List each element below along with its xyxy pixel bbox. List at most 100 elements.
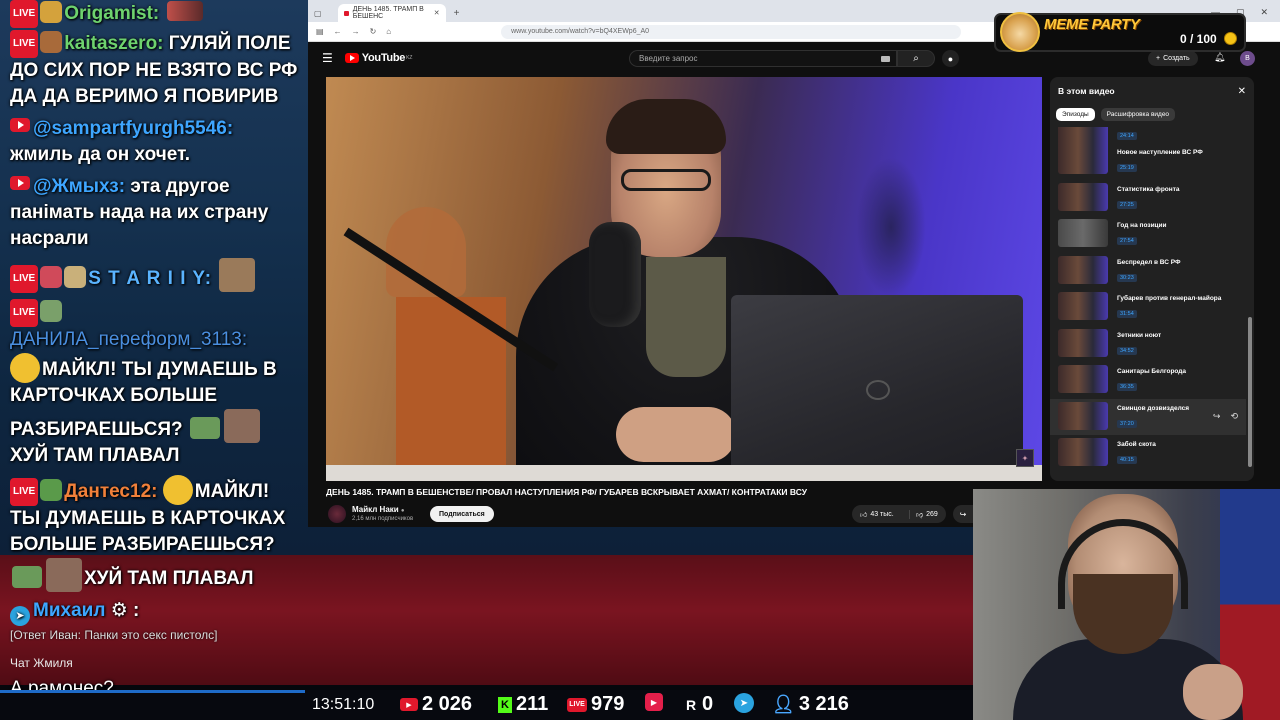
dislike-button[interactable]: 👎︎ 269 <box>910 510 938 519</box>
webcam-feed <box>973 489 1280 720</box>
search-input[interactable]: Введите запрос <box>629 50 897 67</box>
chat-emote <box>166 1 203 21</box>
home-icon[interactable]: ⌂ <box>386 27 391 36</box>
doge-icon <box>1000 12 1040 52</box>
thumbs-down-icon: 👎︎ <box>916 511 924 519</box>
chapter-item[interactable]: Зетники ноют 34:52 <box>1050 326 1246 363</box>
chapter-title: Беспредел в ВС РФ <box>1117 258 1181 266</box>
browser-tab[interactable]: ДЕНЬ 1485. ТРАМП В БЕШЕНС ✕ <box>337 4 446 22</box>
youtube-icon <box>10 118 30 132</box>
account-avatar[interactable]: В <box>1240 51 1255 66</box>
video-presenter-hands <box>616 407 736 462</box>
search-icon: ⌕ <box>913 53 919 64</box>
keyboard-icon[interactable] <box>881 55 890 62</box>
chat-nick: ДАНИЛА_переформ_3113: <box>10 329 248 350</box>
channel-name[interactable]: Майкл Наки ● <box>352 505 405 514</box>
chapter-thumbnail <box>1058 255 1108 284</box>
video-title: ДЕНЬ 1485. ТРАМП В БЕШЕНСТВЕ/ ПРОВАЛ НАС… <box>326 487 808 497</box>
chapter-time: 25:19 <box>1117 164 1137 172</box>
youtube-favicon-icon <box>343 10 349 16</box>
subscribe-button[interactable]: Подписаться <box>430 506 494 522</box>
chapter-thumbnail <box>1058 292 1108 320</box>
create-button[interactable]: + Создать <box>1148 51 1198 66</box>
pepe-emote <box>12 566 42 588</box>
chat-label: Чат Жмиля <box>10 656 73 670</box>
chapter-thumbnail <box>1058 219 1108 247</box>
stream-clock: 13:51:10 <box>312 696 374 714</box>
chapter-time: 37:20 <box>1117 419 1137 428</box>
search-button[interactable]: ⌕ <box>897 50 935 67</box>
chapter-item[interactable]: Статистика фронта 27:25 <box>1050 180 1246 217</box>
smile-emoji-icon <box>10 353 40 383</box>
channel-name-text: Майкл Наки <box>352 505 399 514</box>
chapter-item[interactable]: Забой скота 40:15 <box>1050 435 1246 472</box>
tab-episodes[interactable]: Эпизоды <box>1056 107 1095 121</box>
dislike-count: 269 <box>926 510 938 518</box>
like-button[interactable]: 👍︎ 43 тыс. <box>852 509 910 519</box>
chapter-item[interactable]: Губарев против генерал-майора 31:54 <box>1050 289 1246 326</box>
chapter-item[interactable]: Свинцов дозвизделся 37:20 ↪ ⟲ <box>1050 398 1246 435</box>
youtube-logo-text[interactable]: YouTube <box>362 52 406 64</box>
tab-title: ДЕНЬ 1485. ТРАМП В БЕШЕНС <box>352 6 424 20</box>
share-icon[interactable]: ↪ <box>1213 411 1221 422</box>
clock-value: 13:51:10 <box>312 696 375 713</box>
mic-button[interactable]: ● <box>942 50 959 67</box>
channel-watermark-icon[interactable]: ✦ <box>1016 449 1034 467</box>
chapter-time: 36:35 <box>1117 383 1137 391</box>
reload-icon[interactable]: ↻ <box>370 27 377 36</box>
channel-avatar[interactable] <box>328 505 346 523</box>
menu-icon[interactable]: ☰ <box>322 51 333 65</box>
url-field[interactable]: www.youtube.com/watch?v=bQ4XEWp6_A0 <box>501 24 962 39</box>
close-tab-icon[interactable]: ✕ <box>434 9 440 17</box>
viewers-icon: 👤︎ <box>772 694 795 714</box>
chapter-item[interactable]: Беспредел в ВС РФ 30:23 <box>1050 253 1246 290</box>
avatar-emoji-icon <box>40 1 63 23</box>
tab-transcript[interactable]: Расшифровка видео <box>1100 107 1176 121</box>
chapter-title: Новое наступление ВС РФ <box>1117 149 1203 156</box>
loop-icon[interactable]: ⟲ <box>1230 411 1238 422</box>
stats-accent-line <box>0 690 305 693</box>
like-dislike-group: 👍︎ 43 тыс. 👎︎ 269 <box>852 505 946 523</box>
notifications-bell-icon[interactable]: 🔔︎ <box>1214 52 1225 63</box>
like-count: 43 тыс. <box>870 510 894 518</box>
chat-nick: @sampartfyurgh5546: <box>33 118 234 139</box>
chapter-thumbnail <box>1058 328 1108 357</box>
youtube-icon: ▶ <box>400 698 418 711</box>
vk-video-viewers: ▶ <box>645 693 663 711</box>
tab-actions-icon[interactable]: ▢ <box>314 9 322 18</box>
chat-nick: kaitaszero: <box>64 33 164 54</box>
back-icon[interactable]: ← <box>334 27 342 36</box>
chat-nick: S T A R I I Y: <box>88 268 213 289</box>
meme-party-count: 0 / 100 <box>1180 32 1217 46</box>
youtube-logo-icon[interactable] <box>344 53 359 63</box>
youtube-icon <box>10 176 30 190</box>
scrollbar-thumb[interactable] <box>1248 317 1252 467</box>
chapter-thumbnail <box>1058 401 1108 430</box>
chapter-item[interactable]: Новое наступление ВС РФ 25:19 <box>1050 143 1246 180</box>
chapter-thumbnail <box>1058 365 1108 393</box>
close-icon[interactable]: ✕ <box>1238 86 1246 97</box>
share-button[interactable]: ↪ <box>953 505 973 523</box>
chapters-scrollbar[interactable] <box>1248 132 1252 472</box>
video-presenter-shirt <box>646 257 726 377</box>
rutube-icon: R <box>685 696 697 713</box>
vk-live-count: 979 <box>591 693 625 715</box>
url-text: www.youtube.com/watch?v=bQ4XEWp6_A0 <box>511 28 650 35</box>
chapters-panel: В этом видео ✕ Эпизоды Расшифровка видео… <box>1050 77 1254 481</box>
sidebar-icon[interactable]: ▤ <box>316 27 324 36</box>
video-microphone <box>589 222 641 327</box>
forward-icon[interactable]: → <box>352 27 360 36</box>
chapter-item[interactable]: 24:14 <box>1050 127 1246 152</box>
telegram-viewers: ➤ <box>734 693 754 713</box>
close-window-icon[interactable]: ✕ <box>1260 7 1268 18</box>
chapter-item[interactable]: Год на позиции 27:54 <box>1050 216 1246 253</box>
new-tab-icon[interactable]: + <box>454 8 460 19</box>
chapter-item[interactable]: Санитары Белгорода 36:35 <box>1050 362 1246 399</box>
video-presenter-hair <box>606 99 726 154</box>
youtube-viewers: ▶ 2 026 <box>400 693 472 716</box>
chapter-title: Зетники ноют <box>1117 331 1162 339</box>
face-emote <box>46 558 82 592</box>
video-player[interactable]: ✦ <box>326 77 1042 481</box>
chat-message: ➤ Михаил ⚙ : <box>10 598 298 626</box>
chat-message: LIVE Origamist: <box>10 0 298 28</box>
